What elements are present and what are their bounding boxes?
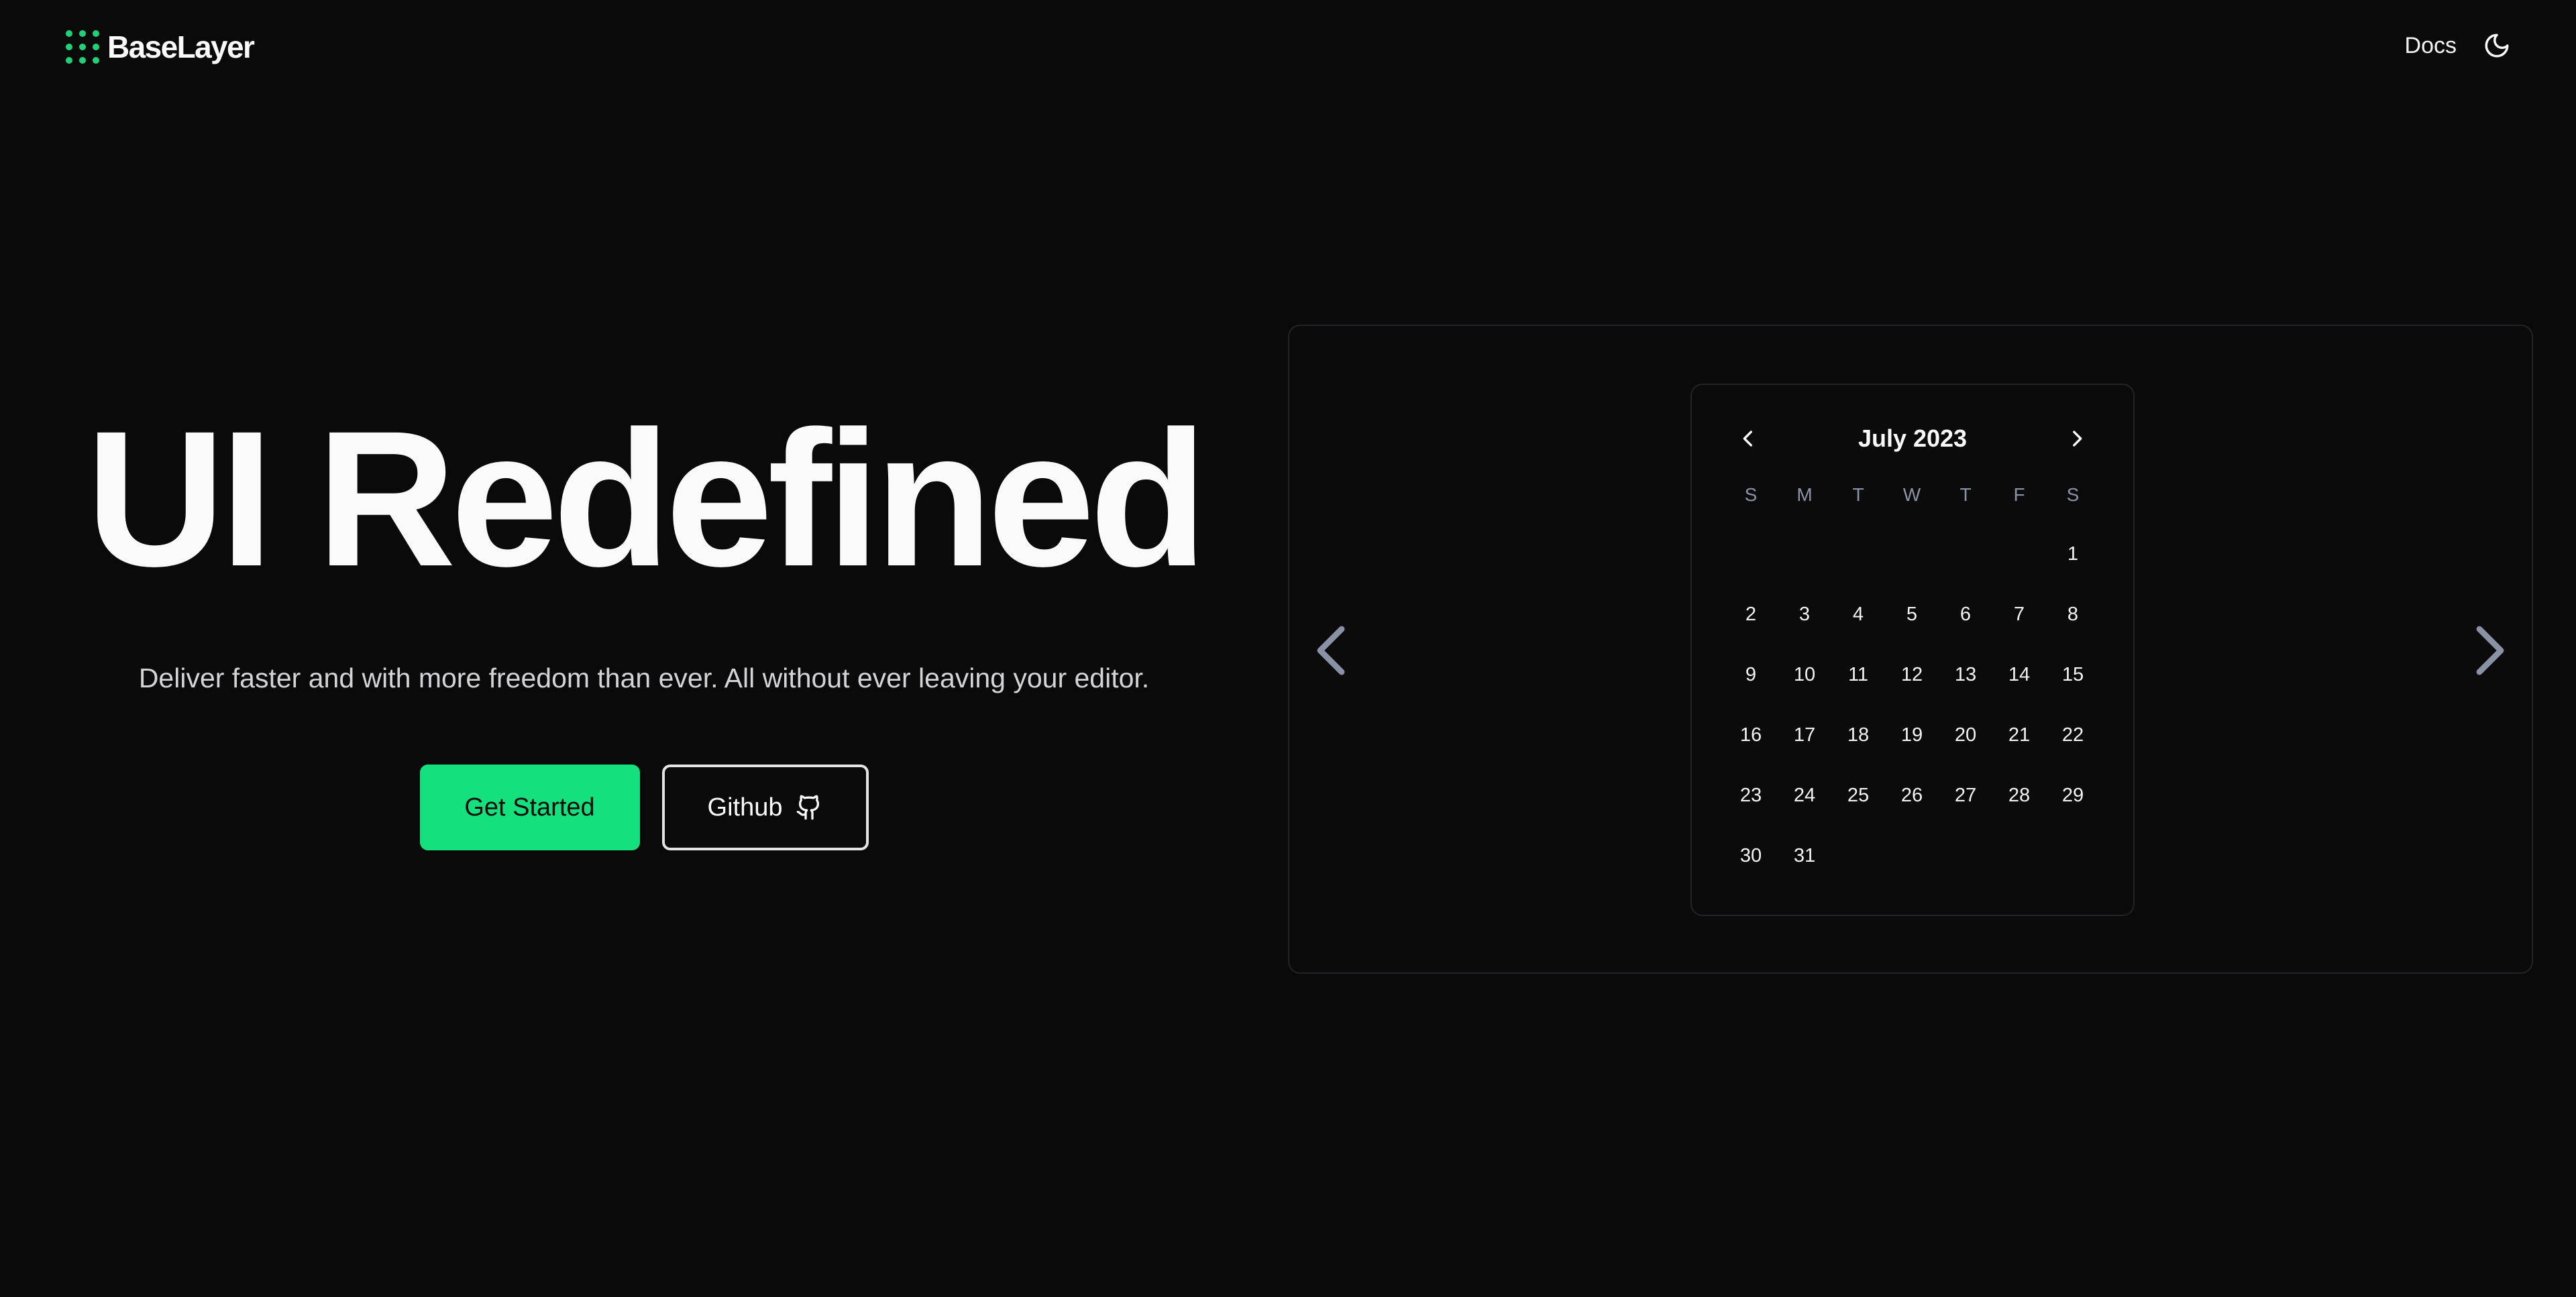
theme-toggle-button[interactable] — [2479, 28, 2514, 63]
calendar-day[interactable]: 29 — [2046, 769, 2100, 822]
calendar-day[interactable]: 8 — [2046, 587, 2100, 641]
calendar-day-empty — [1778, 527, 1831, 581]
hero-actions: Get Started Github — [0, 765, 1288, 850]
github-label: Github — [707, 793, 783, 822]
calendar-day[interactable]: 5 — [1885, 587, 1939, 641]
site-header: BaseLayer Docs — [0, 0, 2576, 94]
carousel-next-button[interactable] — [2463, 618, 2517, 683]
calendar-day[interactable]: 18 — [1831, 708, 1885, 762]
calendar-day[interactable]: 3 — [1778, 587, 1831, 641]
calendar-day[interactable]: 30 — [1724, 829, 1778, 883]
calendar-day-empty — [1992, 527, 2046, 581]
nine-dot-grid-icon — [66, 30, 99, 64]
calendar-day[interactable]: 2 — [1724, 587, 1778, 641]
calendar-day[interactable]: 13 — [1939, 648, 1992, 701]
calendar-day-empty — [1939, 527, 1992, 581]
component-showcase: July 2023 S M T W T F S 1 2 3 4 5 6 7 8 … — [1288, 325, 2533, 974]
hero-title: UI Redefined — [85, 391, 1208, 607]
calendar-day-grid: 1 2 3 4 5 6 7 8 9 10 11 12 13 14 15 16 1… — [1724, 527, 2100, 889]
calendar-weekdays: S M T W T F S — [1724, 475, 2100, 515]
calendar-day[interactable]: 7 — [1992, 587, 2046, 641]
calendar: July 2023 S M T W T F S 1 2 3 4 5 6 7 8 … — [1690, 384, 2135, 916]
calendar-day-empty — [1831, 527, 1885, 581]
calendar-day[interactable]: 6 — [1939, 587, 1992, 641]
chevron-left-icon — [1317, 626, 1345, 675]
weekday-label: F — [2013, 484, 2025, 505]
github-button[interactable]: Github — [661, 765, 869, 850]
calendar-day[interactable]: 22 — [2046, 708, 2100, 762]
chevron-right-icon — [2073, 431, 2082, 447]
weekday-label: S — [1744, 484, 1758, 505]
previous-month-button[interactable] — [1731, 421, 1766, 456]
calendar-day[interactable]: 17 — [1778, 708, 1831, 762]
calendar-day[interactable]: 25 — [1831, 769, 1885, 822]
chevron-right-icon — [2476, 626, 2504, 675]
weekday-label: T — [1852, 484, 1864, 505]
calendar-day[interactable]: 27 — [1939, 769, 1992, 822]
calendar-day[interactable]: 15 — [2046, 648, 2100, 701]
calendar-day[interactable]: 4 — [1831, 587, 1885, 641]
calendar-day[interactable]: 24 — [1778, 769, 1831, 822]
calendar-day[interactable]: 31 — [1778, 829, 1831, 883]
brand-name: BaseLayer — [107, 30, 255, 64]
get-started-label: Get Started — [464, 793, 595, 822]
github-icon — [797, 795, 820, 820]
top-nav: Docs — [2405, 25, 2514, 66]
weekday-label: M — [1796, 484, 1813, 505]
calendar-day-empty — [1885, 527, 1939, 581]
weekday-label: S — [2066, 484, 2080, 505]
carousel-prev-button[interactable] — [1304, 618, 1358, 683]
calendar-day[interactable]: 19 — [1885, 708, 1939, 762]
calendar-day[interactable]: 1 — [2046, 527, 2100, 581]
brand-link[interactable]: BaseLayer — [66, 27, 255, 67]
calendar-day[interactable]: 9 — [1724, 648, 1778, 701]
docs-link[interactable]: Docs — [2405, 33, 2457, 59]
calendar-day[interactable]: 28 — [1992, 769, 2046, 822]
calendar-header: July 2023 — [1692, 417, 2133, 460]
calendar-day[interactable]: 23 — [1724, 769, 1778, 822]
weekday-label: T — [1960, 484, 1972, 505]
calendar-day[interactable]: 16 — [1724, 708, 1778, 762]
weekday-label: W — [1902, 484, 1921, 505]
calendar-day-empty — [1724, 527, 1778, 581]
next-month-button[interactable] — [2059, 421, 2094, 456]
chevron-left-icon — [1743, 431, 1752, 447]
calendar-day[interactable]: 11 — [1831, 648, 1885, 701]
calendar-day[interactable]: 21 — [1992, 708, 2046, 762]
calendar-day[interactable]: 12 — [1885, 648, 1939, 701]
get-started-button[interactable]: Get Started — [419, 765, 640, 850]
hero-subtitle: Deliver faster and with more freedom tha… — [138, 663, 1150, 693]
calendar-day[interactable]: 14 — [1992, 648, 2046, 701]
calendar-day[interactable]: 10 — [1778, 648, 1831, 701]
moon-icon — [2485, 34, 2509, 58]
calendar-day[interactable]: 20 — [1939, 708, 1992, 762]
calendar-day[interactable]: 26 — [1885, 769, 1939, 822]
hero-section: UI Redefined Deliver faster and with mor… — [0, 391, 1288, 850]
